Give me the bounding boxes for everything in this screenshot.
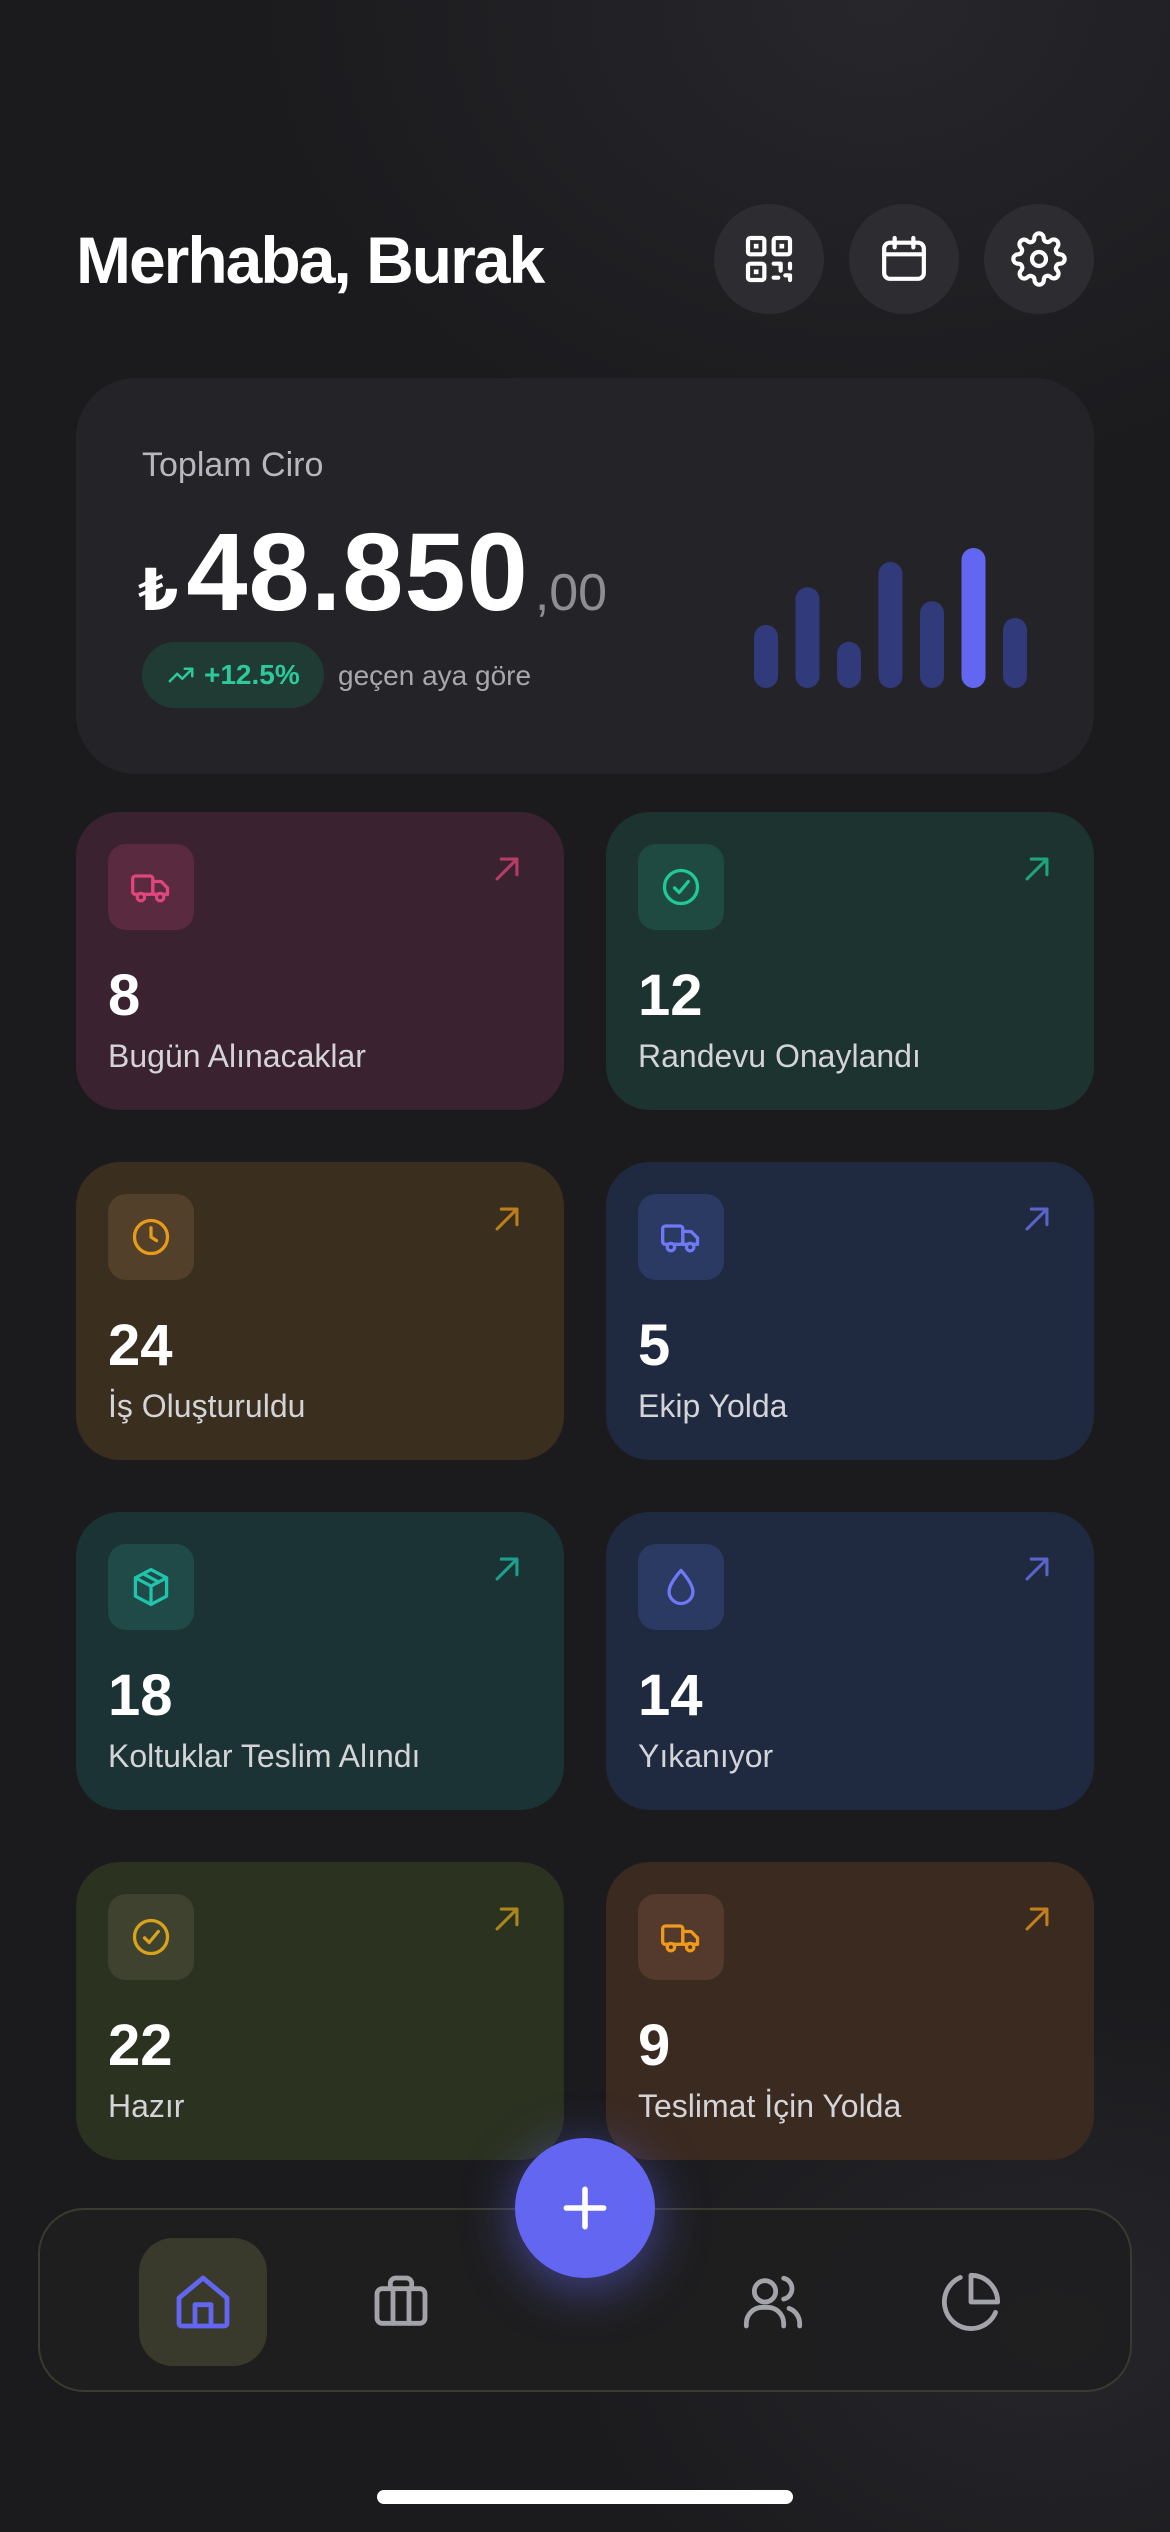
tab-jobs[interactable]: [337, 2238, 465, 2366]
stat-icon-badge: [108, 1544, 194, 1630]
arrow-up-right-icon[interactable]: [1020, 852, 1054, 886]
home-indicator: [377, 2490, 793, 2504]
home-icon: [176, 2275, 230, 2329]
stat-icon-badge: [638, 1194, 724, 1280]
revenue-bar: [795, 587, 820, 688]
add-button[interactable]: [515, 2138, 655, 2278]
stat-value: 18: [108, 1663, 173, 1728]
stat-card-randevu-onaylandi[interactable]: 12 Randevu Onaylandı: [606, 812, 1094, 1110]
qr-code-button[interactable]: [714, 204, 824, 314]
stat-icon-badge: [108, 1894, 194, 1980]
stat-card-bugun-alinacaklar[interactable]: 8 Bugün Alınacaklar: [76, 812, 564, 1110]
trend-caption: geçen aya göre: [338, 660, 532, 691]
droplet-icon: [667, 1568, 695, 1606]
truck-icon: [131, 874, 170, 903]
pie-chart-icon: [942, 2272, 1001, 2331]
stat-icon-badge: [638, 1544, 724, 1630]
calendar-icon: [882, 235, 926, 281]
stat-label: Hazır: [108, 2088, 185, 2124]
stat-label: Bugün Alınacaklar: [108, 1038, 366, 1074]
tab-reports[interactable]: [907, 2238, 1035, 2366]
truck-icon: [661, 1224, 700, 1253]
stat-card-is-olusturuldu[interactable]: 24 İş Oluşturuldu: [76, 1162, 564, 1460]
currency-symbol: ₺: [138, 558, 179, 623]
arrow-up-right-icon[interactable]: [490, 852, 524, 886]
arrow-up-right-icon[interactable]: [490, 1902, 524, 1936]
box-icon: [133, 1567, 169, 1607]
clock-icon: [132, 1218, 170, 1256]
users-icon: [743, 2275, 803, 2329]
stat-card-teslimat-icin-yolda[interactable]: 9 Teslimat İçin Yolda: [606, 1862, 1094, 2160]
arrow-up-right-icon[interactable]: [1020, 1552, 1054, 1586]
revenue-card[interactable]: Toplam Ciro ₺ 48.850 ,00 +12.5% geçen ay…: [76, 378, 1094, 774]
qr-code-icon: [745, 235, 793, 283]
stat-label: İş Oluşturuldu: [108, 1388, 306, 1424]
stat-icon-badge: [108, 1194, 194, 1280]
stat-card-yikaniyor[interactable]: 14 Yıkanıyor: [606, 1512, 1094, 1810]
stat-value: 8: [108, 963, 141, 1028]
revenue-label: Toplam Ciro: [142, 446, 324, 484]
trend-value: +12.5%: [204, 659, 300, 690]
arrow-up-right-icon[interactable]: [490, 1552, 524, 1586]
briefcase-icon: [374, 2275, 428, 2326]
settings-button[interactable]: [984, 204, 1094, 314]
revenue-bar: [961, 548, 986, 688]
check-circle-icon: [662, 868, 700, 906]
plus-icon: [563, 2186, 607, 2230]
stat-value: 5: [638, 1313, 671, 1378]
stat-icon-badge: [108, 844, 194, 930]
stat-card-hazir[interactable]: 22 Hazır: [76, 1862, 564, 2160]
revenue-bar: [837, 641, 861, 688]
stat-label: Yıkanıyor: [638, 1738, 774, 1774]
revenue-amount-integer: 48.850: [186, 511, 529, 634]
stat-label: Randevu Onaylandı: [638, 1038, 921, 1074]
check-circle-icon: [132, 1918, 170, 1956]
settings-icon: [1011, 231, 1067, 287]
truck-icon: [661, 1924, 700, 1953]
tab-customers[interactable]: [709, 2238, 837, 2366]
revenue-bar: [878, 562, 903, 688]
stat-value: 9: [638, 2013, 671, 2078]
stat-label: Koltuklar Teslim Alındı: [108, 1738, 421, 1774]
stat-card-koltuklar-teslim-alindi[interactable]: 18 Koltuklar Teslim Alındı: [76, 1512, 564, 1810]
stat-icon-badge: [638, 844, 724, 930]
stat-label: Teslimat İçin Yolda: [638, 2088, 902, 2124]
arrow-up-right-icon[interactable]: [1020, 1902, 1054, 1936]
stat-card-ekip-yolda[interactable]: 5 Ekip Yolda: [606, 1162, 1094, 1460]
stat-value: 24: [108, 1313, 173, 1378]
revenue-bar: [754, 625, 778, 688]
revenue-amount: ₺ 48.850 ,00: [138, 518, 607, 628]
revenue-bar: [1003, 618, 1027, 688]
calendar-button[interactable]: [849, 204, 959, 314]
stat-value: 14: [638, 1663, 703, 1728]
stat-icon-badge: [638, 1894, 724, 1980]
stat-value: 22: [108, 2013, 173, 2078]
tab-home[interactable]: [139, 2238, 267, 2366]
stat-label: Ekip Yolda: [638, 1388, 788, 1424]
trend-badge: +12.5%: [142, 642, 324, 708]
trend-up-icon: [168, 667, 194, 683]
greeting-title: Merhaba, Burak: [76, 223, 545, 297]
stat-value: 12: [638, 963, 703, 1028]
revenue-bar: [920, 601, 944, 688]
arrow-up-right-icon[interactable]: [490, 1202, 524, 1236]
revenue-amount-decimal: ,00: [534, 564, 608, 622]
arrow-up-right-icon[interactable]: [1020, 1202, 1054, 1236]
revenue-mini-bar-chart: [754, 548, 1027, 688]
